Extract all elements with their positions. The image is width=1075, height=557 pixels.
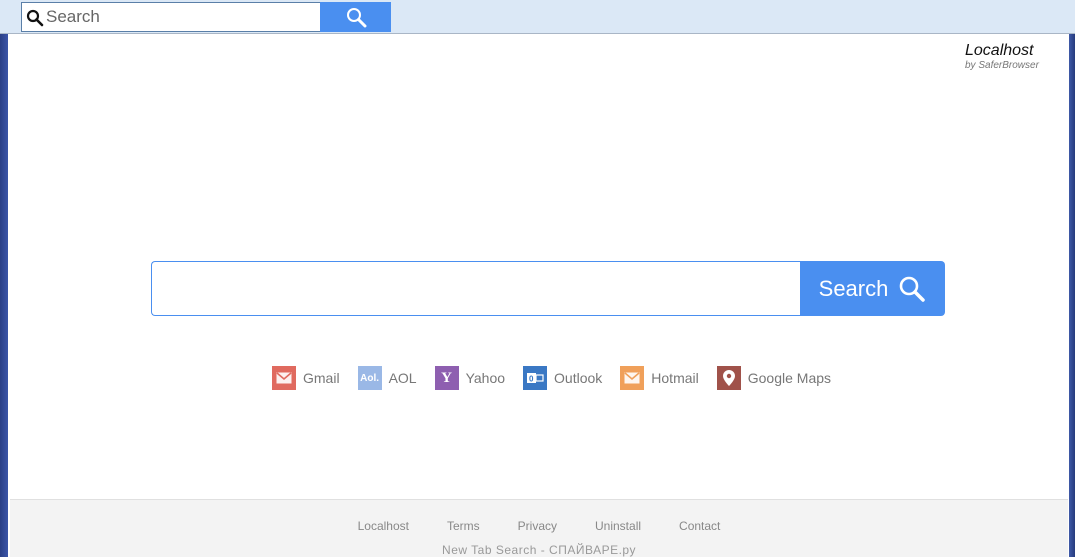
yahoo-icon: Y — [434, 366, 459, 390]
quick-link-yahoo[interactable]: Y Yahoo — [434, 366, 506, 390]
footer-links: Localhost Terms Privacy Uninstall Contac… — [10, 519, 1068, 533]
toolbar-search-input[interactable] — [46, 5, 316, 29]
quick-links: Gmail Aol. AOL Y Yahoo 0 Outlook Hotmail — [272, 365, 849, 391]
quick-link-outlook[interactable]: 0 Outlook — [523, 366, 602, 390]
brand-name: Localhost — [965, 42, 1034, 59]
quick-link-gmail[interactable]: Gmail — [272, 366, 340, 390]
main-search-bar: Search — [151, 261, 945, 316]
main-search-button[interactable]: Search — [800, 261, 945, 316]
quick-link-label: Outlook — [554, 370, 603, 386]
quick-link-label: Hotmail — [651, 370, 699, 386]
map-pin-icon — [716, 366, 741, 390]
search-icon — [900, 276, 926, 302]
brand-logo: Localhost by SaferBrowser — [965, 42, 1039, 71]
quick-link-label: AOL — [388, 370, 417, 386]
outlook-icon: 0 — [523, 366, 548, 390]
svg-text:0: 0 — [529, 375, 534, 384]
quick-link-hotmail[interactable]: Hotmail — [620, 366, 699, 390]
toolbar-search-box[interactable] — [21, 2, 321, 32]
main-search-button-label: Search — [818, 275, 889, 301]
quick-link-label: Gmail — [303, 370, 340, 386]
top-toolbar — [0, 0, 1075, 34]
quick-link-label: Yahoo — [465, 370, 506, 386]
gmail-icon — [272, 366, 296, 390]
toolbar-search-button[interactable] — [320, 2, 391, 32]
footer-link-localhost[interactable]: Localhost — [358, 519, 409, 533]
search-icon — [26, 9, 44, 27]
footer-note: New Tab Search - СПАЙВАРЕ.ру — [442, 543, 636, 557]
hotmail-icon — [620, 366, 645, 390]
footer-link-uninstall[interactable]: Uninstall — [595, 519, 641, 533]
main-content: Localhost by SaferBrowser Search Gmail A… — [10, 35, 1068, 499]
main-search-input[interactable] — [151, 261, 801, 316]
quick-link-google-maps[interactable]: Google Maps — [716, 366, 832, 390]
brand-subtitle: by SaferBrowser — [965, 60, 1039, 71]
aol-icon: Aol. — [357, 366, 382, 390]
quick-link-aol[interactable]: Aol. AOL — [357, 366, 417, 390]
footer-link-terms[interactable]: Terms — [447, 519, 480, 533]
footer-link-contact[interactable]: Contact — [679, 519, 720, 533]
quick-link-label: Google Maps — [747, 370, 832, 386]
search-icon — [346, 8, 366, 28]
footer: Localhost Terms Privacy Uninstall Contac… — [10, 499, 1068, 557]
footer-link-privacy[interactable]: Privacy — [518, 519, 557, 533]
